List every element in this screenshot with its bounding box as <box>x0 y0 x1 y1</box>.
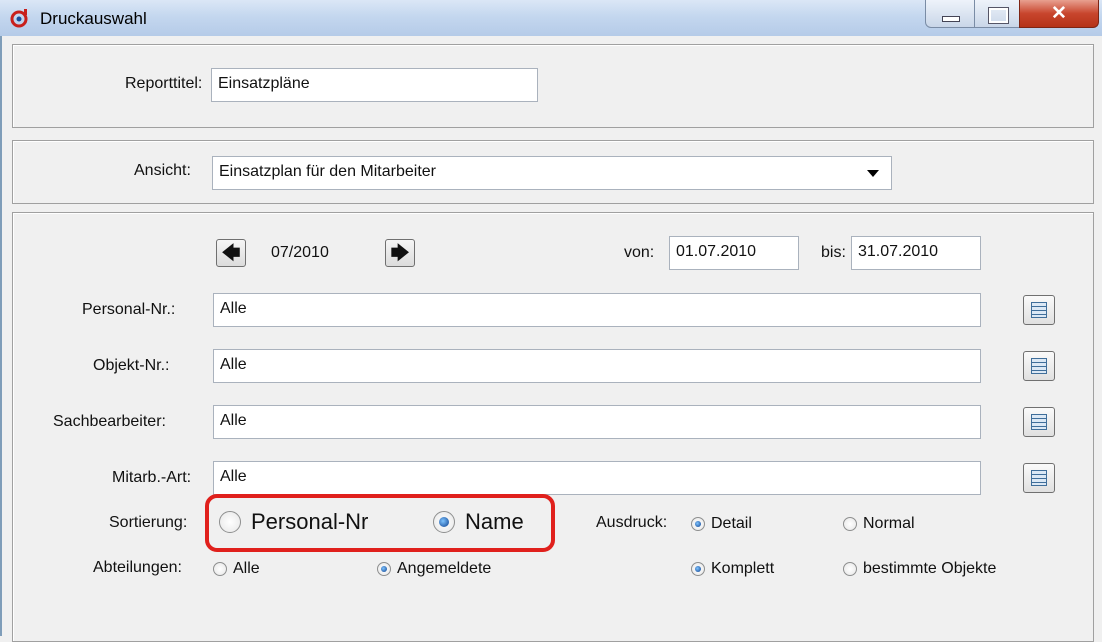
arrow-right-icon: 🡆 <box>390 243 410 263</box>
view-label: Ansicht: <box>134 162 191 179</box>
sort-personnel-no-label: Personal-Nr <box>251 509 369 534</box>
printout-detail-radio[interactable]: Detail <box>691 515 752 533</box>
close-button[interactable]: ✕ <box>1019 0 1099 28</box>
printout-detail-label: Detail <box>711 515 752 532</box>
radio-selected-icon <box>691 517 705 531</box>
next-month-button[interactable]: 🡆 <box>385 239 415 267</box>
printout-specific-objects-radio[interactable]: bestimmte Objekte <box>843 560 996 578</box>
radio-unselected-icon <box>843 517 857 531</box>
personnel-lookup-button[interactable] <box>1023 295 1055 325</box>
month-label: 07/2010 <box>271 244 329 261</box>
table-icon <box>1031 302 1047 318</box>
radio-selected-icon <box>433 511 455 533</box>
selection-group: 🡄 07/2010 🡆 von: 01.07.2010 bis: 31.07.2… <box>12 212 1094 642</box>
clerk-lookup-button[interactable] <box>1023 407 1055 437</box>
printout-specific-objects-label: bestimmte Objekte <box>863 560 997 577</box>
view-group: Ansicht: Einsatzplan für den Mitarbeiter <box>12 140 1094 204</box>
report-title-input[interactable]: Einsatzpläne <box>211 68 538 102</box>
minimize-button[interactable] <box>925 0 975 28</box>
sort-highlight-frame: Personal-Nr Name <box>205 494 555 552</box>
table-icon <box>1031 414 1047 430</box>
departments-label: Abteilungen: <box>93 559 182 576</box>
printout-normal-radio[interactable]: Normal <box>843 515 915 533</box>
radio-selected-icon <box>377 562 391 576</box>
personnel-no-input[interactable]: Alle <box>213 293 981 327</box>
printout-label: Ausdruck: <box>596 514 668 531</box>
object-no-input[interactable]: Alle <box>213 349 981 383</box>
from-date-input[interactable]: 01.07.2010 <box>669 236 799 270</box>
report-title-label: Reporttitel: <box>125 75 203 92</box>
printout-complete-label: Komplett <box>711 560 775 577</box>
employee-type-label: Mitarb.-Art: <box>112 469 192 486</box>
maximize-button[interactable] <box>974 0 1020 28</box>
prev-month-button[interactable]: 🡄 <box>216 239 246 267</box>
printout-complete-radio[interactable]: Komplett <box>691 560 774 578</box>
clerk-input[interactable]: Alle <box>213 405 981 439</box>
employee-type-input[interactable]: Alle <box>213 461 981 495</box>
to-label: bis: <box>821 244 846 261</box>
to-date-input[interactable]: 31.07.2010 <box>851 236 981 270</box>
object-no-label: Objekt-Nr.: <box>93 357 170 374</box>
view-select[interactable]: Einsatzplan für den Mitarbeiter <box>212 156 892 190</box>
chevron-down-icon <box>867 170 879 177</box>
window-controls: ✕ <box>917 0 1102 30</box>
title-bar: Druckauswahl ✕ <box>0 0 1102 36</box>
sort-personnel-no-radio[interactable]: Personal-Nr <box>219 509 368 535</box>
sort-name-radio[interactable]: Name <box>433 509 524 535</box>
window-title: Druckauswahl <box>40 9 147 28</box>
clerk-label: Sachbearbeiter: <box>53 413 166 430</box>
from-label: von: <box>624 244 655 261</box>
radio-selected-icon <box>691 562 705 576</box>
table-icon <box>1031 470 1047 486</box>
departments-all-label: Alle <box>233 560 260 577</box>
departments-registered-radio[interactable]: Angemeldete <box>377 560 491 578</box>
employee-type-lookup-button[interactable] <box>1023 463 1055 493</box>
radio-unselected-icon <box>843 562 857 576</box>
departments-registered-label: Angemeldete <box>397 560 492 577</box>
view-select-value: Einsatzplan für den Mitarbeiter <box>219 163 436 180</box>
table-icon <box>1031 358 1047 374</box>
dialog-body: Reporttitel: Einsatzpläne Ansicht: Einsa… <box>0 36 1102 642</box>
radio-unselected-icon <box>219 511 241 533</box>
radio-unselected-icon <box>213 562 227 576</box>
app-logo-icon <box>10 9 28 28</box>
report-title-group: Reporttitel: Einsatzpläne <box>12 44 1094 128</box>
printout-normal-label: Normal <box>863 515 915 532</box>
minimize-icon <box>942 16 960 22</box>
object-lookup-button[interactable] <box>1023 351 1055 381</box>
personnel-no-label: Personal-Nr.: <box>82 301 176 318</box>
departments-all-radio[interactable]: Alle <box>213 560 260 578</box>
arrow-left-icon: 🡄 <box>221 243 241 263</box>
maximize-icon <box>988 7 1009 24</box>
close-icon: ✕ <box>1051 3 1067 24</box>
sort-name-label: Name <box>465 509 524 534</box>
sort-label: Sortierung: <box>109 514 188 531</box>
